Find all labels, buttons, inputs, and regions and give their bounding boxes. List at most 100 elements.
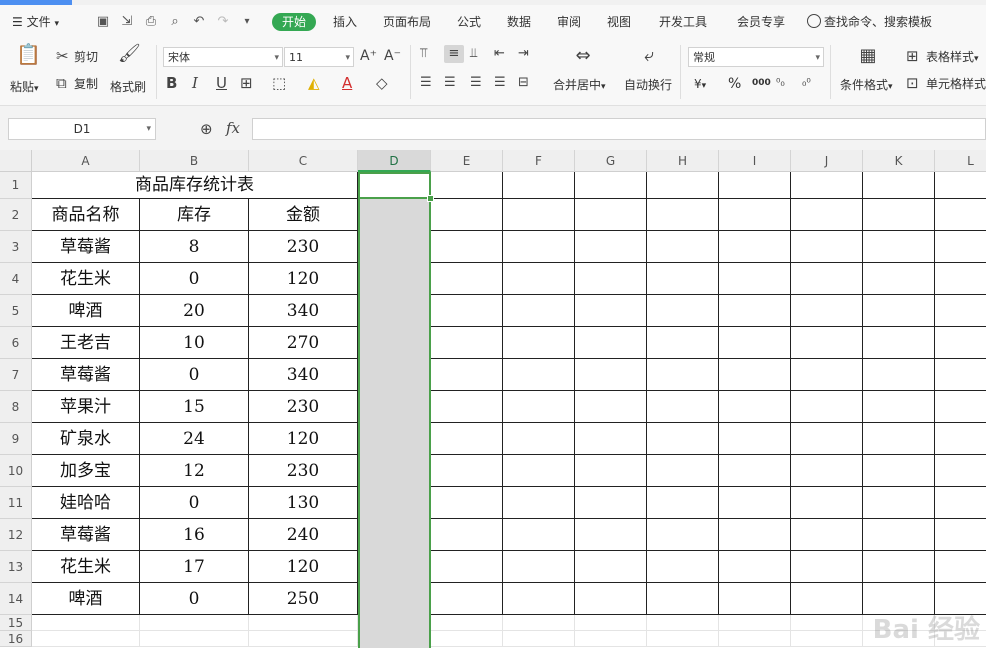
increase-decimal-icon[interactable]: ⁰₀ — [776, 74, 785, 92]
grid-cell[interactable] — [575, 455, 647, 487]
formula-input[interactable] — [252, 118, 986, 140]
grid-cell[interactable] — [791, 615, 863, 631]
grid-cell[interactable] — [431, 359, 503, 391]
grid-cell[interactable] — [431, 327, 503, 359]
row-header-11[interactable]: 11 — [0, 487, 32, 519]
grid-cell[interactable] — [791, 231, 863, 263]
export-icon[interactable]: ⇲ — [118, 13, 136, 31]
grid-cell[interactable] — [503, 487, 575, 519]
grid-cell[interactable] — [863, 551, 935, 583]
grid-cell[interactable] — [791, 263, 863, 295]
product-name-cell[interactable]: 加多宝 — [32, 455, 140, 487]
undo-icon[interactable]: ↶ — [190, 13, 208, 31]
stock-cell[interactable]: 15 — [140, 391, 249, 423]
grid-cell[interactable] — [140, 631, 249, 647]
column-header-h[interactable]: H — [647, 150, 719, 172]
grid-cell[interactable] — [647, 583, 719, 615]
grid-cell[interactable] — [791, 295, 863, 327]
table-header-cell[interactable]: 金额 — [249, 199, 358, 231]
column-header-b[interactable]: B — [140, 150, 249, 172]
grid-cell[interactable] — [791, 583, 863, 615]
grid-cell[interactable] — [935, 487, 986, 519]
redo-icon[interactable]: ↷ — [214, 13, 232, 31]
grid-cell[interactable] — [431, 455, 503, 487]
column-header-g[interactable]: G — [575, 150, 647, 172]
amount-cell[interactable]: 230 — [249, 231, 358, 263]
grid-cell[interactable] — [249, 631, 358, 647]
grid-cell[interactable] — [503, 631, 575, 647]
align-top-icon[interactable]: ⫪ — [420, 45, 427, 63]
distributed-icon[interactable]: ⊟ — [518, 74, 529, 92]
grid-cell[interactable] — [575, 263, 647, 295]
amount-cell[interactable]: 120 — [249, 551, 358, 583]
tab-developer[interactable]: 开发工具 — [659, 13, 707, 31]
customize-toolbar-icon[interactable]: ▾ — [238, 13, 256, 31]
conditional-format-icon[interactable]: ▦ — [856, 47, 880, 65]
table-style-button[interactable]: 表格样式▾ — [926, 49, 979, 67]
product-name-cell[interactable]: 草莓酱 — [32, 359, 140, 391]
grid-cell[interactable] — [935, 327, 986, 359]
grid-cell[interactable] — [647, 615, 719, 631]
product-name-cell[interactable]: 草莓酱 — [32, 519, 140, 551]
grid-cell[interactable] — [719, 519, 791, 551]
amount-cell[interactable]: 230 — [249, 391, 358, 423]
product-name-cell[interactable]: 花生米 — [32, 263, 140, 295]
grid-cell[interactable] — [863, 172, 935, 199]
wrap-text-icon[interactable]: ⤶ — [636, 47, 662, 65]
row-header-13[interactable]: 13 — [0, 551, 32, 583]
row-header-15[interactable]: 15 — [0, 615, 32, 631]
stock-cell[interactable]: 0 — [140, 263, 249, 295]
product-name-cell[interactable]: 娃哈哈 — [32, 487, 140, 519]
tab-review[interactable]: 审阅 — [557, 13, 581, 31]
grid-cell[interactable] — [647, 199, 719, 231]
grid-cell[interactable] — [431, 551, 503, 583]
grid-cell[interactable] — [431, 519, 503, 551]
name-box[interactable]: D1 ▾ — [8, 118, 156, 140]
format-painter-icon[interactable]: 🖌 — [118, 45, 141, 63]
grid-cell[interactable] — [503, 295, 575, 327]
align-bottom-icon[interactable]: ⫫ — [470, 45, 477, 63]
grid-cell[interactable] — [935, 231, 986, 263]
grid-cell[interactable] — [575, 631, 647, 647]
grid-cell[interactable] — [431, 172, 503, 199]
grid-cell[interactable] — [647, 487, 719, 519]
grid-cell[interactable] — [431, 615, 503, 631]
command-search[interactable]: 查找命令、搜索模板 — [807, 12, 947, 32]
row-header-2[interactable]: 2 — [0, 199, 32, 231]
spreadsheet-grid[interactable]: A B C D E F G H I J K L 1 2 3 4 5 6 7 8 9 10 11 12 13 14 15 16 商品库存统… — [0, 150, 986, 648]
grid-cell[interactable] — [719, 551, 791, 583]
thousands-button[interactable]: 000 — [752, 75, 771, 91]
tab-member[interactable]: 会员专享 — [737, 13, 785, 31]
grid-cell[interactable] — [647, 391, 719, 423]
amount-cell[interactable]: 230 — [249, 455, 358, 487]
grid-cell[interactable] — [791, 455, 863, 487]
column-header-j[interactable]: J — [791, 150, 863, 172]
amount-cell[interactable]: 340 — [249, 359, 358, 391]
grid-cell[interactable] — [431, 295, 503, 327]
row-header-7[interactable]: 7 — [0, 359, 32, 391]
grid-cell[interactable] — [575, 423, 647, 455]
stock-cell[interactable]: 0 — [140, 487, 249, 519]
grid-cell[interactable] — [140, 615, 249, 631]
grid-cell[interactable] — [719, 263, 791, 295]
amount-cell[interactable]: 130 — [249, 487, 358, 519]
column-header-c[interactable]: C — [249, 150, 358, 172]
grid-cell[interactable] — [791, 423, 863, 455]
grid-cell[interactable] — [719, 327, 791, 359]
grid-cell[interactable] — [647, 172, 719, 199]
grid-cell[interactable] — [935, 391, 986, 423]
grid-cell[interactable] — [431, 391, 503, 423]
column-header-l[interactable]: L — [935, 150, 986, 172]
grid-cell[interactable] — [935, 359, 986, 391]
grid-cell[interactable] — [863, 519, 935, 551]
grid-cell[interactable] — [791, 359, 863, 391]
grid-cell[interactable] — [503, 551, 575, 583]
amount-cell[interactable]: 270 — [249, 327, 358, 359]
grid-cell[interactable] — [863, 423, 935, 455]
grid-cell[interactable] — [719, 172, 791, 199]
font-name-select[interactable]: 宋体 ▾ — [163, 47, 283, 67]
row-header-8[interactable]: 8 — [0, 391, 32, 423]
tab-formulas[interactable]: 公式 — [457, 13, 481, 31]
grid-cell[interactable] — [503, 359, 575, 391]
grid-cell[interactable] — [791, 487, 863, 519]
